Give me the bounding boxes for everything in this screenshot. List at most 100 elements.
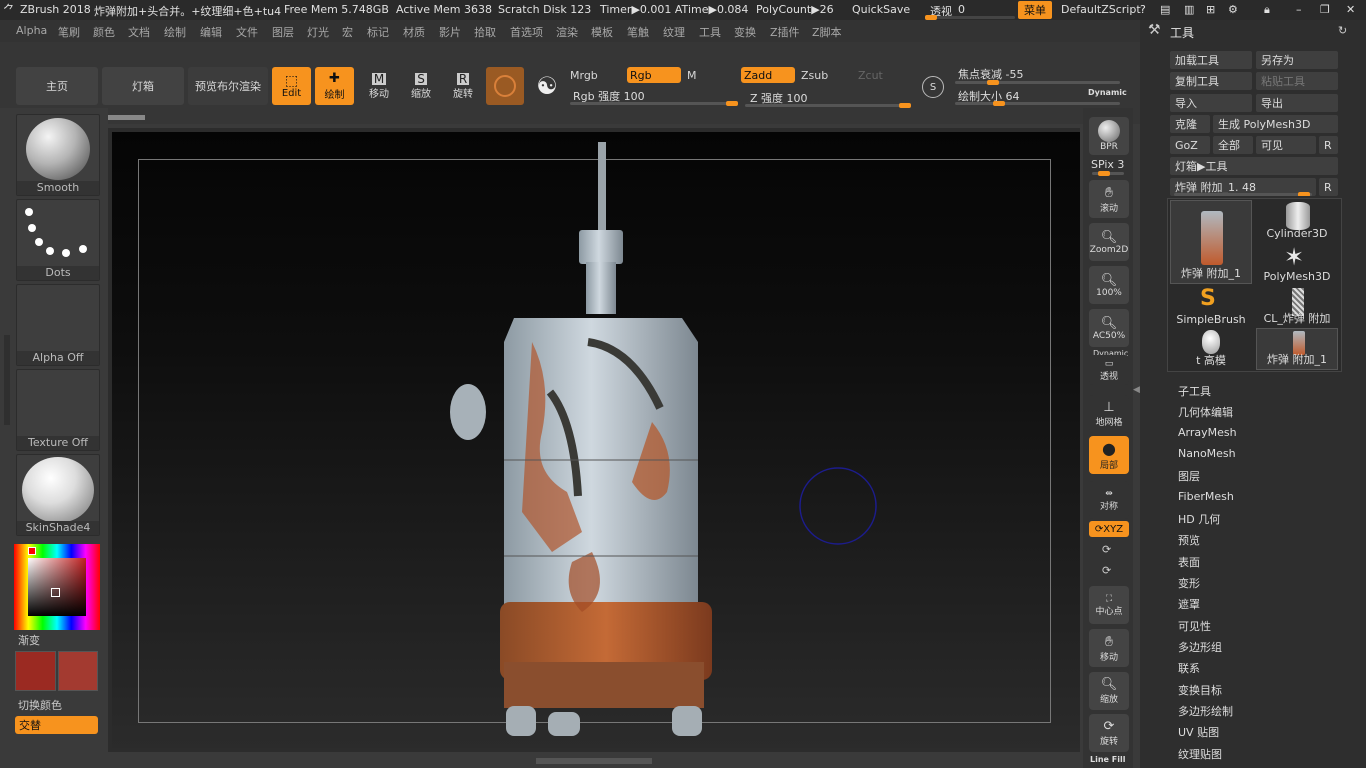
clone-button[interactable]: 克隆 — [1170, 115, 1210, 133]
zoom-view-button[interactable]: 🔍︎ 缩放 — [1089, 672, 1129, 710]
menu-draw[interactable]: 绘制 — [164, 24, 186, 40]
menu-movie[interactable]: 影片 — [439, 24, 461, 40]
move-view-button[interactable]: ✋︎ 移动 — [1089, 629, 1129, 667]
menu-preferences[interactable]: 首选项 — [510, 24, 543, 40]
subpalette-visibility[interactable]: 可见性 — [1178, 618, 1211, 634]
edit-button[interactable]: ⬚ Edit — [272, 67, 311, 105]
restore-icon[interactable]: ❐ — [1320, 3, 1330, 16]
make-polymesh-button[interactable]: 生成 PolyMesh3D — [1213, 115, 1338, 133]
goz-button[interactable]: GoZ — [1170, 136, 1210, 154]
menu-texture[interactable]: 纹理 — [663, 24, 685, 40]
lightbox-button[interactable]: 灯箱 — [102, 67, 184, 105]
menu-document[interactable]: 文档 — [128, 24, 150, 40]
lazy-mouse-button[interactable]: S — [916, 69, 950, 105]
menu-alpha[interactable]: Alpha — [16, 24, 47, 37]
tool-thumb-head[interactable]: t 高模 — [1170, 328, 1252, 370]
color-picker[interactable] — [14, 544, 100, 630]
menu-picker[interactable]: 拾取 — [474, 24, 496, 40]
bottom-tray-handle[interactable] — [536, 758, 652, 764]
bpr-preview-button[interactable]: 预览布尔渲染 — [188, 67, 268, 105]
goz-all-button[interactable]: 全部 — [1213, 136, 1253, 154]
subpalette-masking[interactable]: 遮罩 — [1178, 596, 1200, 612]
document-canvas[interactable] — [112, 132, 1080, 748]
subpalette-polygroups[interactable]: 多边形组 — [1178, 639, 1222, 655]
y-rotate-icon[interactable]: ⟳ — [1102, 543, 1111, 556]
symmetry-button[interactable]: ⇹ 对称 — [1089, 481, 1129, 519]
rotate-view-button[interactable]: ⟳ 旋转 — [1089, 714, 1129, 752]
subpalette-texture-map[interactable]: 纹理贴图 — [1178, 746, 1222, 762]
rotate-mode-button[interactable]: R 旋转 — [444, 67, 482, 105]
subpalette-contact[interactable]: 联系 — [1178, 660, 1200, 676]
close-icon[interactable]: ✕ — [1346, 3, 1355, 16]
quicksave-button[interactable]: QuickSave — [852, 3, 910, 16]
primary-color-swatch[interactable] — [15, 651, 56, 691]
goz-visible-button[interactable]: 可见 — [1256, 136, 1316, 154]
zoom2d-button[interactable]: 🔍︎ Zoom2D — [1089, 223, 1129, 261]
scroll-button[interactable]: ✋︎ 滚动 — [1089, 180, 1129, 218]
menu-layer[interactable]: 图层 — [272, 24, 294, 40]
menu-render[interactable]: 渲染 — [556, 24, 578, 40]
menu-stencil[interactable]: 模板 — [591, 24, 613, 40]
subpalette-preview[interactable]: 预览 — [1178, 532, 1200, 548]
menu-color[interactable]: 颜色 — [93, 24, 115, 40]
antialiased-half-button[interactable]: 🔍︎ AC50% — [1089, 309, 1129, 347]
move-mode-button[interactable]: M 移动 — [360, 67, 398, 105]
texture-swatch-button[interactable]: ☯ — [528, 67, 566, 105]
menu-zplugin[interactable]: Z插件 — [770, 24, 800, 40]
alternate-button[interactable]: 交替 — [15, 716, 98, 734]
spix-slider[interactable] — [1092, 171, 1124, 176]
tool-thumb-bomb[interactable]: 炸弹 附加_1 — [1170, 200, 1252, 284]
texture-selector[interactable]: Texture Off — [16, 369, 100, 451]
menu-stroke[interactable]: 笔触 — [627, 24, 649, 40]
lock-icon[interactable]: 🔒︎ — [1264, 3, 1270, 17]
zadd-button[interactable]: Zadd — [741, 67, 795, 83]
menu-file[interactable]: 文件 — [236, 24, 258, 40]
menu-zscript[interactable]: Z脚本 — [812, 24, 842, 40]
help-icon[interactable]: ? — [1140, 3, 1146, 16]
hue-marker[interactable] — [28, 547, 36, 555]
secondary-color-swatch[interactable] — [58, 651, 98, 691]
draw-size-slider[interactable] — [955, 101, 1120, 106]
menu-light[interactable]: 灯光 — [307, 24, 329, 40]
actual-size-button[interactable]: 🔍︎ 100% — [1089, 266, 1129, 304]
subpalette-subtool[interactable]: 子工具 — [1178, 383, 1211, 399]
paste-tool-button[interactable]: 粘贴工具 — [1256, 72, 1338, 90]
tool-thumb-simplebrush[interactable]: S SimpleBrush — [1170, 286, 1252, 328]
current-tool-slider[interactable]: 炸弹 附加_1. 48 — [1170, 178, 1316, 196]
line-fill-button[interactable]: Line Fill — [1090, 755, 1125, 764]
switch-color-button[interactable]: 切换颜色 — [18, 697, 62, 713]
tray-handle[interactable] — [108, 115, 145, 120]
save-as-button[interactable]: 另存为 — [1256, 51, 1338, 69]
tool-thumb-cl-bomb[interactable]: CL_炸弹 附加 — [1256, 286, 1338, 328]
menu-tool[interactable]: 工具 — [699, 24, 721, 40]
subpalette-polypaint[interactable]: 多边形绘制 — [1178, 703, 1233, 719]
local-symmetry-button[interactable]: ● 局部 — [1089, 436, 1129, 474]
floor-grid-button[interactable]: ⊥ 地网格 — [1089, 395, 1129, 433]
xyz-rotate-button[interactable]: ⟳ XYZ — [1089, 521, 1129, 537]
brush-selector[interactable]: Smooth — [16, 114, 100, 196]
subpalette-surface[interactable]: 表面 — [1178, 554, 1200, 570]
perspective-button[interactable]: ▭ 透视 — [1089, 355, 1129, 385]
material-swatch-button[interactable] — [486, 67, 524, 105]
transparency-slider[interactable] — [925, 15, 1015, 20]
zcut-button[interactable]: Zcut — [855, 67, 909, 83]
menu-material[interactable]: 材质 — [403, 24, 425, 40]
subpalette-uv-map[interactable]: UV 贴图 — [1178, 724, 1219, 740]
menu-brush[interactable]: 笔刷 — [58, 24, 80, 40]
subpalette-fibermesh[interactable]: FiberMesh — [1178, 490, 1234, 503]
transparency-value[interactable]: 0 — [958, 3, 965, 16]
menu-marker[interactable]: 标记 — [367, 24, 389, 40]
mrgb-button[interactable]: Mrgb — [570, 67, 624, 83]
subpalette-geometry[interactable]: 几何体编辑 — [1178, 404, 1233, 420]
m-button[interactable]: M — [684, 67, 738, 83]
default-zscript[interactable]: DefaultZScript — [1061, 3, 1141, 16]
goz-r-button[interactable]: R — [1319, 136, 1338, 154]
z-intensity-slider[interactable] — [745, 103, 911, 108]
alpha-selector[interactable]: Alpha Off — [16, 284, 100, 366]
menu-macro[interactable]: 宏 — [342, 24, 353, 40]
layout-icon[interactable]: ▤ — [1160, 3, 1170, 16]
focal-shift-slider[interactable] — [955, 80, 1120, 85]
tool-thumb-polymesh3d[interactable]: ✶ PolyMesh3D — [1256, 243, 1338, 285]
frame-center-button[interactable]: ⛶ 中心点 — [1089, 586, 1129, 624]
subpalette-arraymesh[interactable]: ArrayMesh — [1178, 426, 1237, 439]
